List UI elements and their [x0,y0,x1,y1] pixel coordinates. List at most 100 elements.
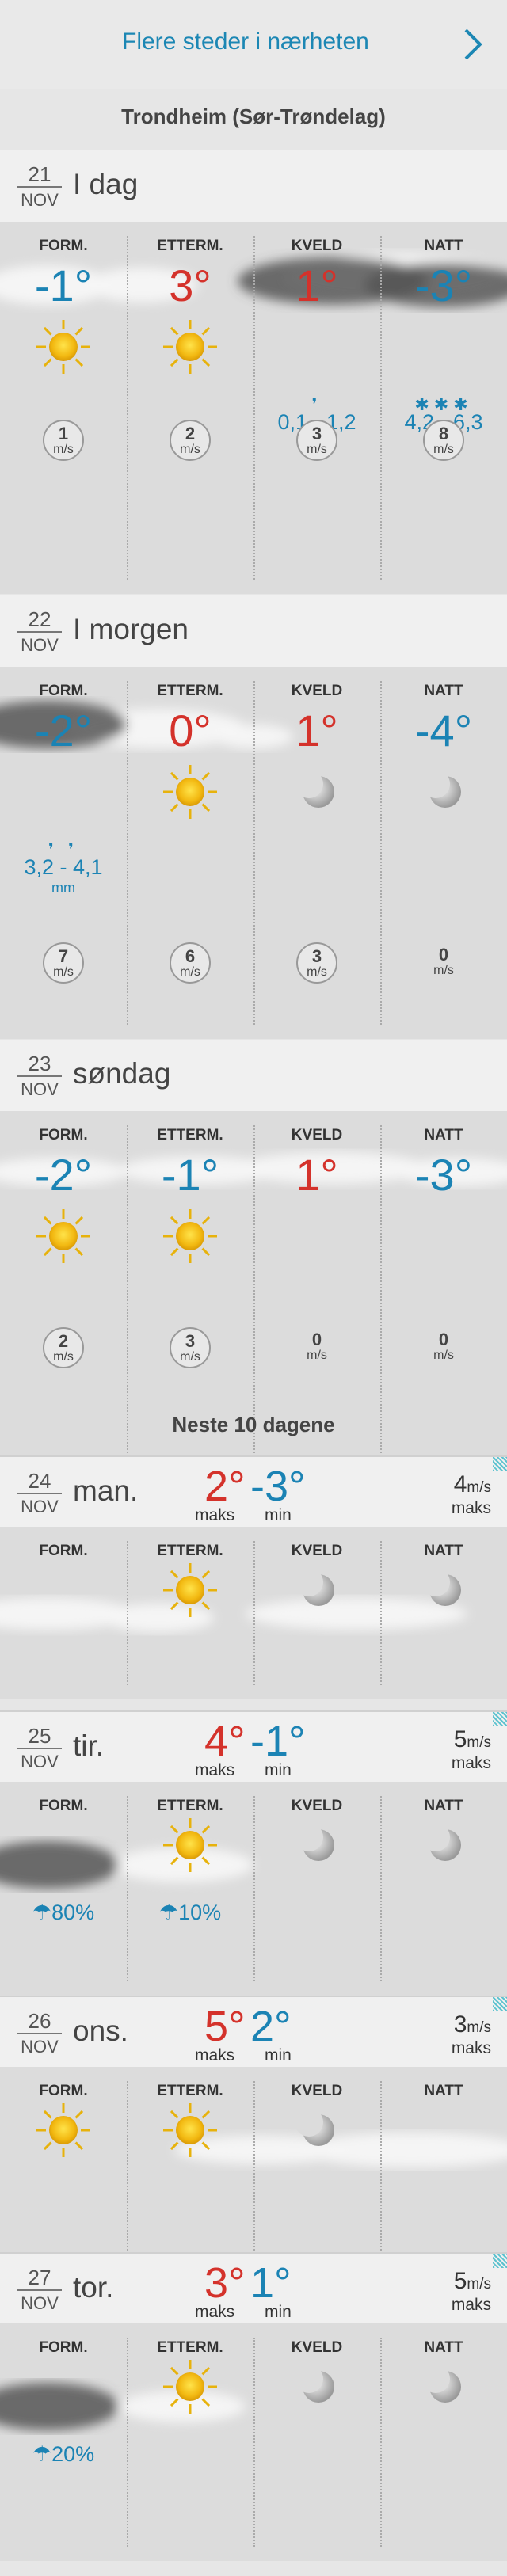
day-body: FORM. -2° ❜ ❜ 3,2 - 4,1 mm 7 m/s ETTERM. 0° 6 m/s K… [0,667,507,1039]
expand-corner-icon [493,2254,507,2268]
day-name: ons. [73,2015,128,2047]
wind-unit: m/s [53,443,74,456]
period-label: KVELD [291,2083,343,2099]
period-label: NATT [424,2083,463,2099]
column-divider [380,2338,382,2547]
date-box: 27 NOV [17,2266,62,2315]
wind-speed: 2 m/s [0,1327,127,1368]
location-title: Trondheim (Sør-Trøndelag) [121,105,386,128]
day-name: I morgen [73,613,189,645]
temperature: -1° [161,1150,219,1200]
moon-icon [285,1813,349,1877]
period-column: NATT-3°✱✱✱4,2 - 6,3mm8m/s [380,222,507,594]
max-temperature: 2° [204,1463,246,1510]
period-column: KVELD [254,1782,380,1996]
max-label: maks [195,2303,235,2321]
wind-speed: 0 m/s [380,942,507,979]
moon-icon [285,1558,349,1622]
min-label: min [265,2303,292,2321]
period-column: ETTERM. [127,2323,254,2561]
column-divider [127,1796,128,1981]
sun-icon [32,315,95,379]
period-label: FORM. [39,2339,88,2356]
wind-indicator: 0 m/s [433,1327,454,1364]
period-label: ETTERM. [157,238,223,254]
long-day-header[interactable]: 24 NOV man. 2° -3° maks min 4m/s maks [0,1455,507,1527]
column-divider [380,1796,382,1981]
precipitation-probability: ☂80% [0,1901,127,1925]
wind-value: 0 [438,1330,449,1349]
period-label: FORM. [39,683,88,699]
wind-value: 5 [453,2268,467,2294]
nearby-places-link[interactable]: Flere steder i nærheten [122,29,369,55]
temperature: -3° [414,1150,473,1200]
month-label: NOV [21,635,59,655]
precipitation-value: 3,2 - 4,1 [24,855,103,879]
wind-unit: m/s [53,1350,74,1364]
month-label: NOV [21,1079,59,1099]
max-wind: 5m/s maks [451,1728,491,1774]
period-column: FORM. -1° 1 m/s [0,222,127,594]
period-label: KVELD [291,1127,343,1143]
moon-icon [412,1558,475,1622]
period-label: NATT [424,238,463,254]
probability-value: 10% [178,1901,222,1924]
wind-speed: 6 m/s [127,942,254,984]
min-temperature: -1° [250,1718,306,1765]
period-label: ETTERM. [157,683,223,699]
wind-unit: m/s [180,1350,200,1364]
max-wind: 3m/s maks [452,2013,491,2059]
period-column: NATT [380,1527,507,1699]
max-label: maks [451,1754,491,1772]
day-name: I dag [73,168,139,200]
wind-value: 6 [185,946,196,966]
sun-icon [158,760,222,824]
period-column: ETTERM. [127,1527,254,1699]
wind-indicator: 3 m/s [296,420,337,461]
top-bar: Flere steder i nærheten [0,0,507,89]
period-column: KVELD [254,1527,380,1699]
long-day-header[interactable]: 27 NOV tor. 3° 1° maks min 5m/s maks [0,2252,507,2323]
period-column: FORM. ☂80% [0,1782,127,1996]
wind-speed: 3 m/s [127,1327,254,1368]
temperature: 1° [295,706,338,755]
moon-icon [412,1813,475,1877]
wind-indicator: 1 m/s [43,420,84,461]
period-label: NATT [424,1127,463,1143]
chevron-right-icon[interactable] [461,27,485,62]
month-label: NOV [21,2037,59,2057]
wind-speed: 3 m/s [254,942,380,984]
long-day-body: FORM. ☂20% ETTERM. KVELD NATT [0,2323,507,2561]
period-column: KVELD 1° 3 m/s [254,667,380,1039]
long-day-header[interactable]: 25 NOV tir. 4° -1° maks min 5m/s maks [0,1710,507,1782]
wind-value: 8 [438,424,449,443]
day-number: 21 [17,163,62,188]
column-divider [380,1541,382,1685]
period-column: NATT [380,1782,507,1996]
max-wind: 5m/s maks [452,2268,491,2315]
day-number: 23 [17,1052,62,1077]
min-temperature: 2° [250,2003,292,2050]
period-column: KVELD [254,2323,380,2561]
long-day-header[interactable]: 26 NOV ons. 5° 2° maks min 3m/s maks [0,1996,507,2067]
wind-indicator: 6 m/s [170,942,211,984]
wind-unit: m/s [467,2019,491,2036]
period-column: KVELD1°❜0,1 - 1,2mm3m/s [254,222,380,594]
precipitation: 3,2 - 4,1 mm [0,857,127,898]
period-column: ETTERM. ☂10% [127,1782,254,1996]
sun-icon [158,2355,222,2418]
period-column: FORM. -2° ❜ ❜ 3,2 - 4,1 mm 7 m/s [0,667,127,1039]
date-box: 21 NOV [17,163,62,211]
column-divider [127,2081,128,2266]
month-label: NOV [21,190,59,210]
wind-value: 0 [438,945,449,965]
wind-value: 2 [185,424,196,443]
temperature: -2° [34,706,93,755]
min-temperature: -3° [250,1463,306,1510]
wind-indicator: 0 m/s [433,942,454,979]
day-name: tir. [73,1729,105,1762]
wind-speed: 8 m/s [380,420,507,461]
day-number: 22 [17,608,62,633]
period-column: NATT [380,2067,507,2281]
temperature: -4° [414,706,473,755]
